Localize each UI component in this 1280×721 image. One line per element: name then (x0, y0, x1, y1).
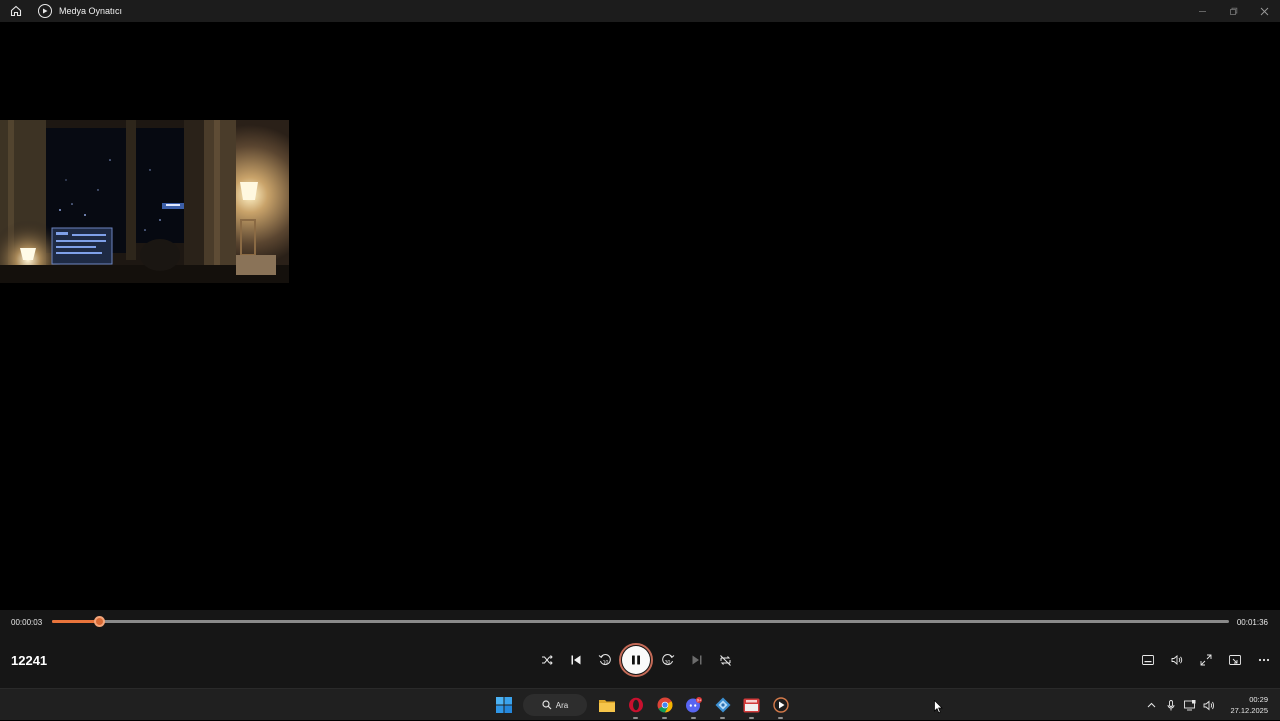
discord-badge: 9+ (697, 698, 702, 703)
network-icon (1183, 699, 1195, 710)
app-logo-icon (38, 4, 52, 18)
more-options-button[interactable] (1249, 646, 1278, 674)
network-tray[interactable] (1180, 690, 1199, 720)
fullscreen-icon (1200, 654, 1211, 666)
repeat-off-icon (720, 654, 731, 666)
running-indicator (691, 717, 696, 719)
captions-icon (1141, 655, 1154, 665)
running-indicator (662, 717, 667, 719)
chrome-icon (657, 697, 673, 713)
home-icon (10, 5, 22, 17)
more-icon (1258, 658, 1269, 662)
clock-date: 27.12.2025 (1230, 706, 1268, 715)
discord[interactable]: 9+ (679, 690, 708, 720)
seek-bar-progress (52, 620, 100, 623)
pause-button[interactable] (619, 643, 653, 677)
speaker-icon (1203, 700, 1214, 710)
shuffle-icon (541, 655, 553, 665)
miniplayer-icon (1228, 655, 1241, 665)
mouse-cursor-icon (934, 700, 943, 714)
folder-icon (598, 699, 615, 712)
chrome-browser[interactable] (650, 690, 679, 720)
window-title: Medya Oynatıcı (59, 6, 123, 16)
close-icon (1260, 7, 1269, 15)
rewind-10-button[interactable]: 10 (590, 646, 619, 674)
title-bar: Medya Oynatıcı (0, 0, 1280, 22)
media-player[interactable] (766, 690, 795, 720)
running-indicator (778, 717, 783, 719)
media-player-icon (772, 697, 789, 713)
app-launcher[interactable] (708, 690, 737, 720)
file-explorer[interactable] (592, 690, 621, 720)
rewind-10-label: 10 (602, 660, 608, 666)
clock-time: 00:29 (1249, 695, 1268, 704)
opera-icon (628, 697, 643, 713)
close-button[interactable] (1249, 0, 1280, 22)
home-button[interactable] (0, 0, 32, 22)
next-button[interactable] (682, 646, 711, 674)
shuffle-button[interactable] (532, 646, 561, 674)
seek-thumb[interactable] (94, 616, 106, 627)
clock[interactable]: 00:29 27.12.2025 (1218, 694, 1280, 716)
running-indicator (720, 717, 725, 719)
volume-button[interactable] (1162, 646, 1191, 674)
app-icon (715, 697, 730, 713)
start-button[interactable] (489, 690, 518, 720)
current-time: 00:00:03 (11, 618, 43, 627)
repeat-off-button[interactable] (711, 646, 740, 674)
seek-bar[interactable] (52, 616, 1229, 627)
chevron-up-icon (1147, 702, 1156, 708)
show-hidden-icons-button[interactable] (1142, 690, 1161, 720)
captions-button[interactable] (1133, 646, 1162, 674)
video-editor[interactable] (737, 690, 766, 720)
restore-icon (1230, 7, 1238, 15)
video-editor-icon (743, 698, 760, 712)
discord-icon: 9+ (686, 697, 702, 713)
minimize-icon (1199, 10, 1206, 12)
minimize-button[interactable] (1187, 0, 1218, 22)
pause-icon (632, 655, 640, 665)
maximize-button[interactable] (1218, 0, 1249, 22)
skip-next-icon (692, 655, 701, 665)
forward-30-icon: 30 (661, 654, 674, 666)
opera-browser[interactable] (621, 690, 650, 720)
running-indicator (749, 717, 754, 719)
windows-icon (495, 697, 512, 713)
forward-30-button[interactable]: 30 (653, 646, 682, 674)
skip-previous-icon (571, 655, 580, 665)
media-title: 12241 (11, 653, 48, 668)
search-icon (542, 700, 552, 710)
video-frame (0, 120, 289, 283)
miniplayer-button[interactable] (1220, 646, 1249, 674)
taskbar-search[interactable]: Ara (523, 694, 587, 716)
taskbar: Ara 9+ 00:29 27.12.2025 (0, 688, 1280, 720)
video-area[interactable] (0, 22, 1280, 610)
volume-icon (1171, 655, 1182, 665)
running-indicator (633, 717, 638, 719)
search-label: Ara (555, 700, 569, 710)
playback-controls: 00:00:03 00:01:36 12241 10 30 (0, 610, 1280, 688)
volume-tray[interactable] (1199, 690, 1218, 720)
microphone-tray[interactable] (1161, 690, 1180, 720)
total-time: 00:01:36 (1236, 618, 1268, 627)
fullscreen-button[interactable] (1191, 646, 1220, 674)
rewind-10-icon: 10 (598, 654, 611, 666)
previous-button[interactable] (561, 646, 590, 674)
microphone-icon (1167, 699, 1174, 710)
forward-30-label: 30 (664, 660, 670, 666)
